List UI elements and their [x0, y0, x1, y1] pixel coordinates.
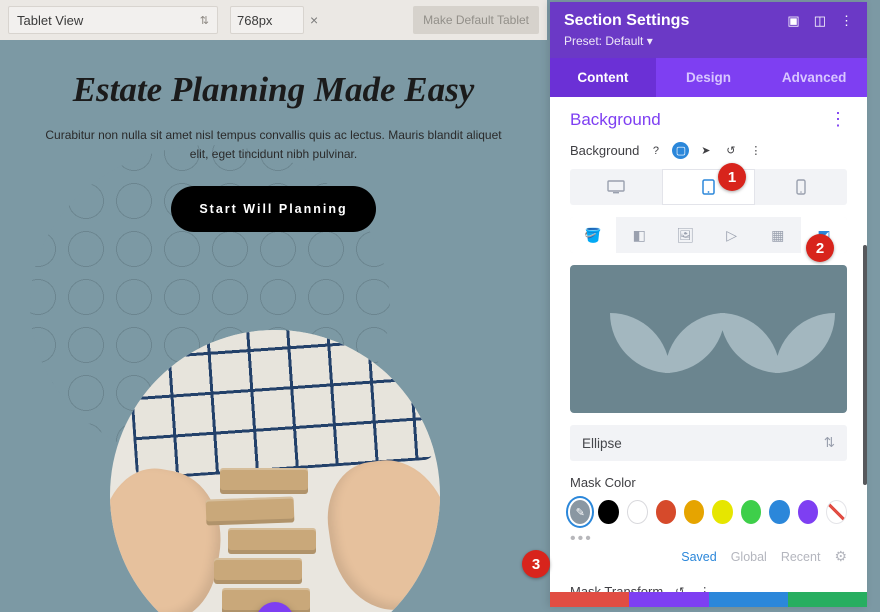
pattern-petal: [665, 313, 725, 373]
swatch-more-icon[interactable]: •••: [570, 530, 847, 548]
tab-design[interactable]: Design: [656, 58, 762, 97]
bg-type-gradient[interactable]: ◧: [616, 217, 662, 253]
preset-row[interactable]: Preset: Default ▾: [564, 34, 853, 48]
tab-advanced[interactable]: Advanced: [761, 58, 867, 97]
annotation-marker-2: 2: [806, 234, 834, 262]
phone-icon: [796, 179, 806, 195]
palette-tabs: Saved Global Recent ⚙: [570, 548, 847, 565]
swatch-purple[interactable]: [798, 500, 818, 524]
image-icon: 🖼: [677, 227, 695, 244]
wood-block-stack: [220, 468, 308, 612]
panel-scrollbar[interactable]: [863, 245, 867, 485]
view-selector-label: Tablet View: [17, 13, 83, 28]
viewport-width-field: 768px ×: [230, 6, 318, 34]
bg-type-pattern[interactable]: ▦: [755, 217, 801, 253]
left-hand: [110, 461, 232, 612]
responsive-topbar: Tablet View ⇅ 768px × Make Default Table…: [0, 0, 547, 40]
bg-type-video[interactable]: ▷: [709, 217, 755, 253]
footer-undo-button[interactable]: [629, 592, 708, 607]
swatch-black[interactable]: [598, 500, 618, 524]
background-field-label-row: Background ? ▢ ➤ ↺ ⋮: [570, 142, 847, 159]
bg-type-image[interactable]: 🖼: [662, 217, 708, 253]
eyedropper-icon: ✎: [576, 506, 585, 519]
paint-bucket-icon: 🪣: [584, 227, 601, 244]
color-swatch-row: ✎: [570, 500, 847, 524]
swatch-orange[interactable]: [684, 500, 704, 524]
hero-image-circle: •••: [110, 330, 440, 612]
section-settings-panel: Section Settings ▣ ◫ ⋮ Preset: Default ▾…: [550, 2, 867, 607]
chevron-updown-icon: ⇅: [200, 14, 209, 27]
swatch-blue[interactable]: [769, 500, 789, 524]
palette-recent[interactable]: Recent: [781, 550, 821, 564]
tablet-icon[interactable]: ▢: [672, 142, 689, 159]
footer-save-button[interactable]: [788, 592, 867, 607]
chevron-updown-icon: ⇅: [824, 435, 835, 451]
close-icon[interactable]: ×: [310, 12, 318, 28]
make-default-button[interactable]: Make Default Tablet: [413, 6, 539, 34]
swatch-red[interactable]: [656, 500, 676, 524]
swatch-green[interactable]: [741, 500, 761, 524]
desktop-icon: [607, 180, 625, 194]
annotation-marker-1: 1: [718, 163, 746, 191]
palette-global[interactable]: Global: [731, 550, 767, 564]
responsive-device-segmented: [570, 169, 847, 205]
annotation-marker-3: 3: [522, 550, 550, 578]
help-icon[interactable]: ?: [647, 142, 664, 159]
snap-icon[interactable]: ◫: [814, 13, 826, 29]
cta-label: Start Will Planning: [199, 202, 347, 216]
background-section-title[interactable]: Background ⋮: [570, 109, 847, 130]
pattern-icon: ▦: [771, 227, 784, 244]
footer-redo-button[interactable]: [709, 592, 788, 607]
preset-label: Preset:: [564, 34, 602, 48]
page-preview: Estate Planning Made Easy Curabitur non …: [0, 40, 547, 612]
device-desktop[interactable]: [570, 169, 662, 205]
mask-preview: [570, 265, 847, 413]
panel-title: Section Settings: [564, 12, 689, 30]
viewport-width-input[interactable]: 768px: [230, 6, 304, 34]
gradient-icon: ◧: [633, 227, 646, 244]
settings-tabs: Content Design Advanced: [550, 58, 867, 97]
mask-shape-select[interactable]: Ellipse ⇅: [570, 425, 847, 461]
background-field-label: Background: [570, 143, 639, 158]
video-icon: ▷: [726, 227, 737, 244]
hero-subtext: Curabitur non nulla sit amet nisl tempus…: [40, 126, 507, 164]
kebab-icon[interactable]: ⋮: [829, 109, 847, 130]
gear-icon[interactable]: ⚙: [834, 548, 847, 565]
footer-cancel-button[interactable]: [550, 592, 629, 607]
panel-footer-actions: [550, 592, 867, 607]
device-phone[interactable]: [755, 169, 847, 205]
caret-down-icon: ▾: [647, 34, 653, 48]
plaid-shirt: [124, 330, 435, 480]
tablet-icon: [702, 179, 715, 195]
cta-button[interactable]: Start Will Planning: [171, 186, 375, 232]
right-hand: [320, 452, 440, 612]
tab-content[interactable]: Content: [550, 58, 656, 97]
background-section-label: Background: [570, 110, 661, 130]
preset-value: Default: [605, 34, 643, 48]
swatch-eyedropper[interactable]: ✎: [570, 500, 590, 524]
pattern-petal: [720, 313, 780, 373]
expand-icon[interactable]: ▣: [787, 13, 799, 29]
hero-headline: Estate Planning Made Easy: [0, 70, 547, 110]
panel-body: Background ⋮ Background ? ▢ ➤ ↺ ⋮ 🪣 ◧: [550, 97, 867, 607]
cursor-icon[interactable]: ➤: [697, 142, 714, 159]
kebab-icon[interactable]: ⋮: [840, 13, 853, 29]
pattern-petal: [610, 313, 670, 373]
panel-header: Section Settings ▣ ◫ ⋮ Preset: Default ▾: [550, 2, 867, 58]
mask-color-label: Mask Color: [570, 475, 847, 490]
kebab-icon[interactable]: ⋮: [747, 142, 764, 159]
bg-type-color[interactable]: 🪣: [570, 217, 616, 253]
pattern-petal: [775, 313, 835, 373]
make-default-label: Make Default Tablet: [423, 13, 529, 27]
swatch-white[interactable]: [627, 500, 648, 524]
swatch-none[interactable]: [826, 500, 847, 524]
reset-icon[interactable]: ↺: [722, 142, 739, 159]
panel-header-actions: ▣ ◫ ⋮: [787, 13, 853, 29]
view-selector[interactable]: Tablet View ⇅: [8, 6, 218, 34]
palette-saved[interactable]: Saved: [681, 550, 716, 564]
swatch-yellow[interactable]: [712, 500, 732, 524]
viewport-width-value: 768px: [237, 13, 272, 28]
mask-shape-value: Ellipse: [582, 436, 622, 451]
